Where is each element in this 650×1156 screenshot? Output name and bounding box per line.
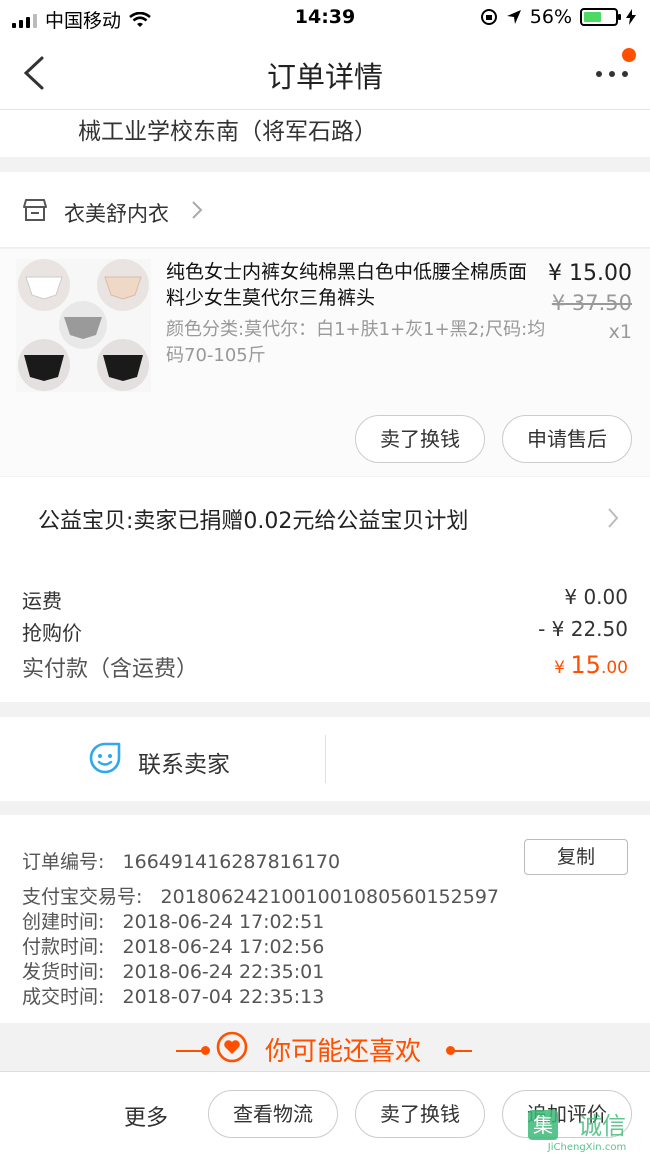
paid-integer: 15 <box>570 651 601 679</box>
contact-seller-button[interactable]: 联系卖家 <box>0 717 650 801</box>
flash-price-value: - ¥ 22.50 <box>538 617 628 641</box>
bottom-action-bar: 更多 查看物流 卖了换钱 追加评价 集 诚信 JiChengXin.com <box>0 1071 650 1156</box>
flash-price-label: 抢购价 <box>22 621 82 645</box>
charging-icon <box>626 9 636 25</box>
notification-dot <box>622 48 636 62</box>
divider <box>325 735 326 783</box>
address-text: 械工业学校东南（将军石路） <box>78 119 377 145</box>
contact-seller-label: 联系卖家 <box>138 752 230 778</box>
flash-price-row: 抢购价 - ¥ 22.50 <box>22 617 628 646</box>
shop-name: 衣美舒内衣 <box>64 202 169 226</box>
after-sale-button[interactable]: 申请售后 <box>502 415 632 463</box>
paid-currency: ¥ <box>554 658 571 678</box>
address-section: 械工业学校东南（将军石路） <box>0 110 650 157</box>
shipping-value: ¥ 0.00 <box>564 585 628 609</box>
recommend-title: 你可能还喜欢 <box>264 1037 421 1067</box>
shop-header[interactable]: 衣美舒内衣 <box>0 172 650 248</box>
completed-time: 成交时间: 2018-07-04 22:35:13 <box>22 986 325 1008</box>
product-price: ¥ 15.00 <box>548 261 632 286</box>
charity-row[interactable]: 公益宝贝:卖家已捐赠0.02元给公益宝贝计划 <box>0 477 650 555</box>
created-time: 创建时间: 2018-06-24 17:02:51 <box>22 911 325 933</box>
svg-text:集: 集 <box>533 1113 553 1137</box>
status-right: 56% <box>480 6 636 28</box>
paid-row: 实付款（含运费） ¥ 15.00 <box>22 651 628 683</box>
svg-text:JiChengXin.com: JiChengXin.com <box>547 1142 626 1152</box>
shipping-row: 运费 ¥ 0.00 <box>22 585 628 614</box>
nav-bar: 订单详情 <box>0 36 650 110</box>
chevron-right-icon <box>192 201 203 219</box>
resell-button[interactable]: 卖了换钱 <box>355 415 485 463</box>
product-quantity: x1 <box>608 321 632 343</box>
product-original-price: ¥ 37.50 <box>551 291 632 315</box>
more-icon[interactable] <box>592 64 632 84</box>
shipping-label: 运费 <box>22 589 62 613</box>
more-actions-button[interactable]: 更多 <box>124 1100 168 1132</box>
decor-line <box>452 1050 472 1052</box>
orientation-lock-icon <box>480 9 497 25</box>
cost-summary: 运费 ¥ 0.00 抢购价 - ¥ 22.50 实付款（含运费） ¥ 15.00 <box>0 555 650 702</box>
view-logistics-button[interactable]: 查看物流 <box>208 1090 338 1138</box>
paid-value: ¥ 15.00 <box>554 651 628 679</box>
recommend-header: 你可能还喜欢 <box>0 1023 650 1071</box>
svg-text:诚信: 诚信 <box>578 1112 626 1140</box>
product-title[interactable]: 纯色女士内裤女纯棉黑白色中低腰全棉质面料少女生莫代尔三角裤头 <box>166 259 536 311</box>
copy-button[interactable]: 复制 <box>524 839 628 875</box>
paid-time: 付款时间: 2018-06-24 17:02:56 <box>22 936 325 958</box>
paid-label: 实付款（含运费） <box>22 657 199 682</box>
shipped-time: 发货时间: 2018-06-24 22:35:01 <box>22 961 325 983</box>
order-info: 订单编号: 166491416287816170 复制 支付宝交易号: 2018… <box>0 815 650 1023</box>
order-number: 订单编号: 166491416287816170 <box>22 851 341 873</box>
resell-bottom-button[interactable]: 卖了换钱 <box>355 1090 485 1138</box>
battery-icon <box>580 8 621 26</box>
product-thumbnail[interactable] <box>16 259 151 392</box>
store-icon <box>23 199 47 221</box>
page-title: 订单详情 <box>266 60 383 94</box>
chevron-right-icon <box>608 508 619 528</box>
location-icon <box>506 10 521 24</box>
alipay-transaction: 支付宝交易号: 2018062421001001080560152597 <box>22 886 499 908</box>
watermark-logo: 集 诚信 JiChengXin.com <box>528 1110 626 1152</box>
paid-decimal: .00 <box>600 658 628 678</box>
battery-percent: 56% <box>529 6 572 28</box>
chat-face-icon <box>89 742 121 774</box>
product-item[interactable]: 纯色女士内裤女纯棉黑白色中低腰全棉质面料少女生莫代尔三角裤头 颜色分类:莫代尔：… <box>0 249 650 476</box>
product-specs: 颜色分类:莫代尔：白1+肤1+灰1+黑2;尺码:均码70-105斤 <box>166 319 546 366</box>
charity-text: 公益宝贝:卖家已捐赠0.02元给公益宝贝计划 <box>38 509 469 534</box>
status-bar: 中国移动 14:39 56% <box>0 0 650 36</box>
